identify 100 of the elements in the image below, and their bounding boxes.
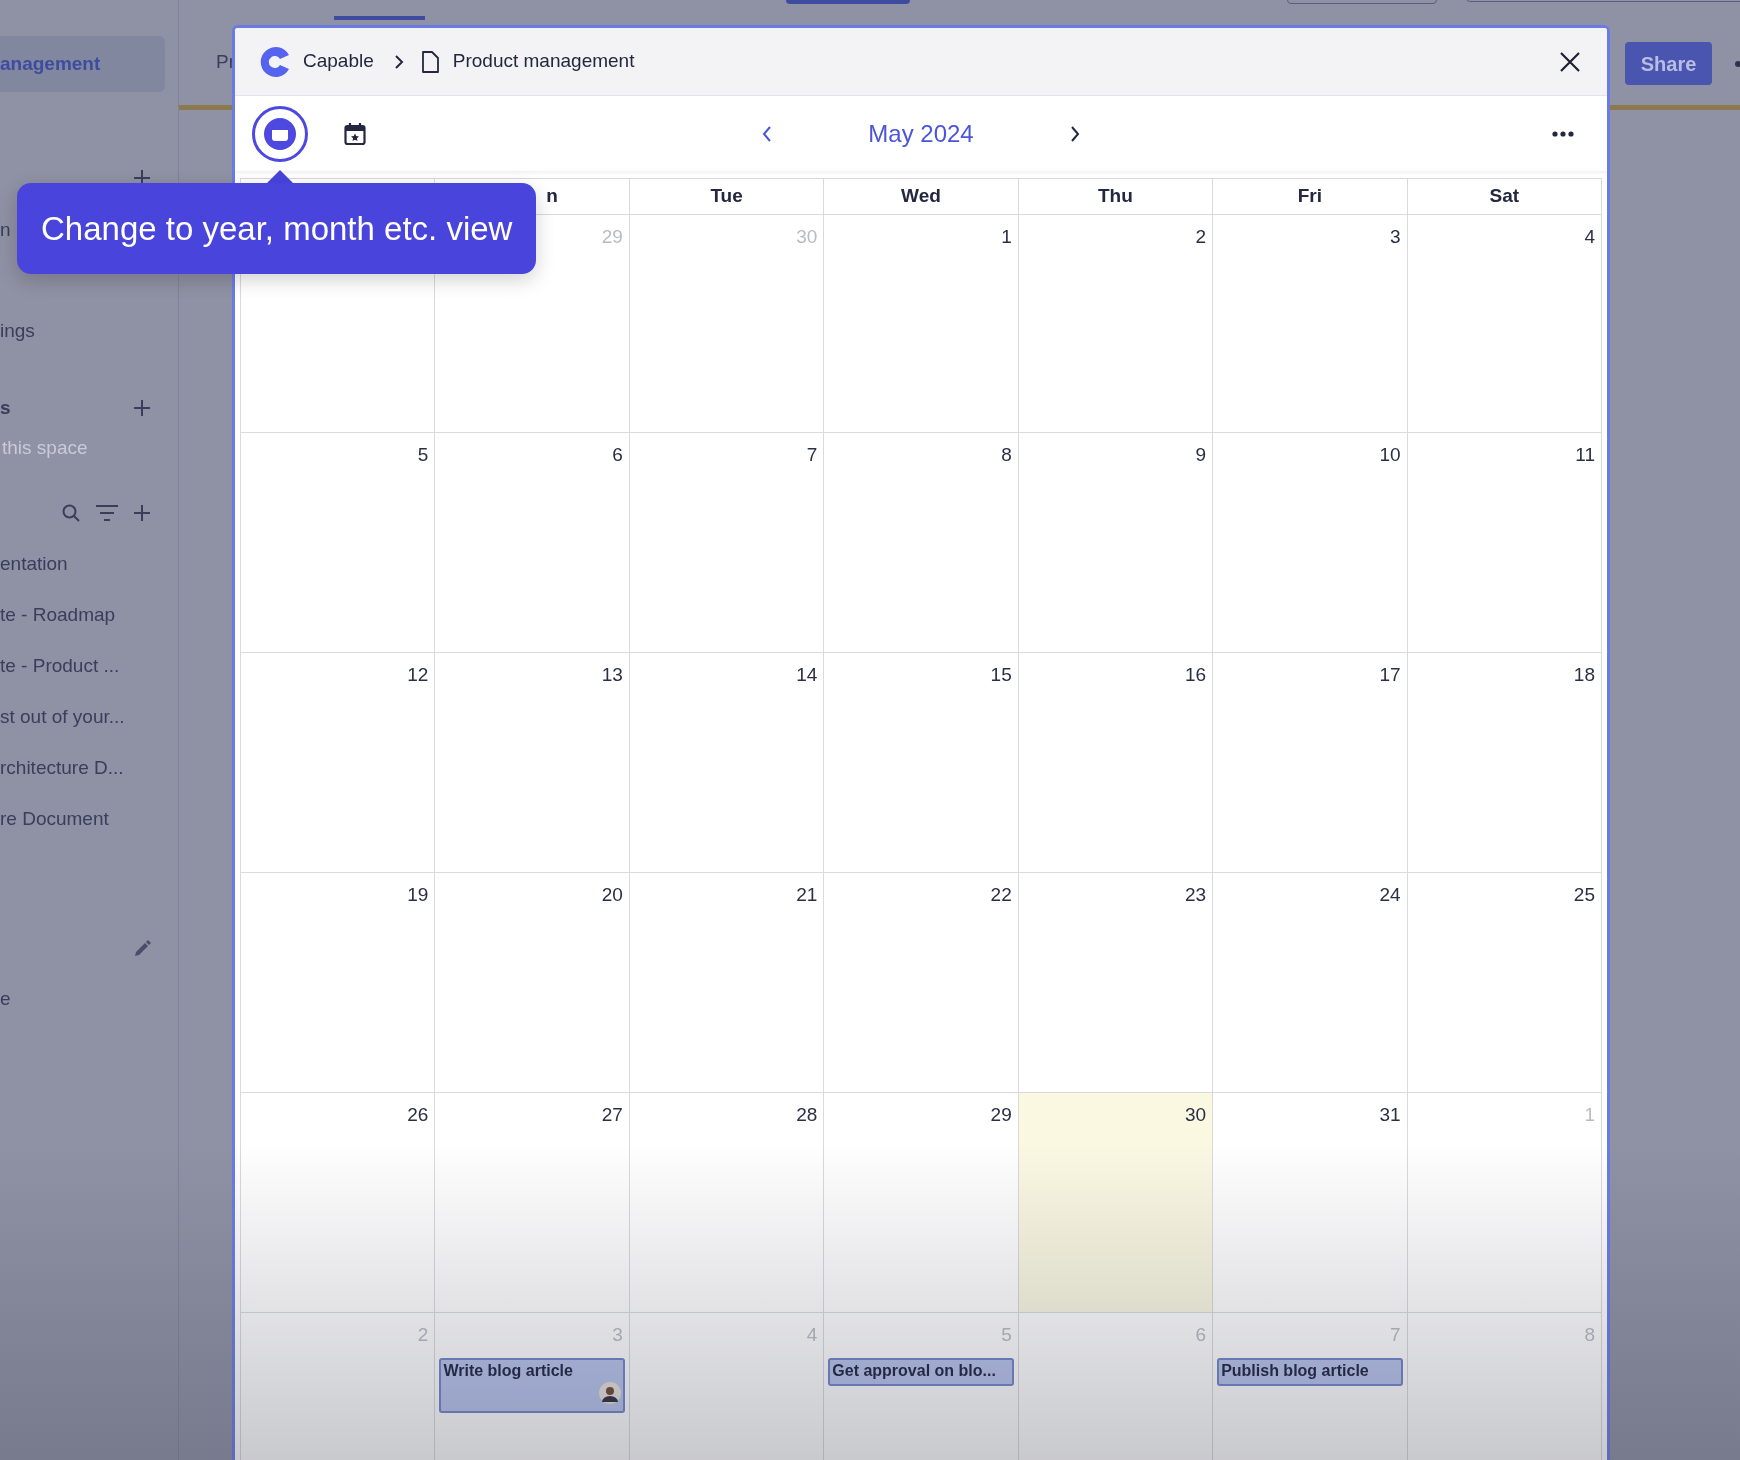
day-cell[interactable]: 19	[241, 873, 436, 1093]
day-number: 17	[1379, 663, 1402, 687]
day-number: 8	[1584, 1323, 1596, 1347]
hint-text: this space	[1, 435, 88, 460]
day-cell[interactable]: 15	[824, 653, 1019, 873]
event-title: Get approval on blo...	[832, 1360, 997, 1381]
day-cell[interactable]: 5	[241, 433, 436, 653]
day-number: 8	[1001, 443, 1013, 467]
weekday-header: Thu	[1098, 184, 1133, 209]
day-cell[interactable]: 6	[435, 433, 630, 653]
day-number: 14	[796, 663, 819, 687]
tooltip: Change to year, month etc. view	[17, 183, 537, 274]
day-number: 23	[1185, 883, 1208, 907]
day-number: 5	[1001, 1323, 1013, 1347]
day-cell[interactable]: 28	[629, 1093, 825, 1313]
day-number: 25	[1573, 883, 1596, 907]
window-icon	[263, 116, 297, 151]
day-number: 20	[601, 883, 624, 907]
close-icon[interactable]	[1559, 50, 1581, 73]
day-number: 3	[612, 1323, 624, 1347]
day-cell[interactable]: 10	[1213, 433, 1408, 653]
day-number: 6	[612, 443, 624, 467]
day-number: 21	[796, 883, 819, 907]
day-number: 22	[990, 883, 1013, 907]
day-cell[interactable]: 13	[435, 653, 630, 873]
day-number: 1	[1584, 1103, 1596, 1127]
day-number: 30	[1185, 1103, 1208, 1127]
plus-icon[interactable]	[133, 399, 151, 417]
day-cell[interactable]: 24	[1213, 873, 1408, 1093]
pencil-icon[interactable]	[134, 939, 151, 957]
day-number: 24	[1379, 883, 1402, 907]
avatar-icon	[598, 1381, 621, 1404]
day-number: 4	[806, 1323, 819, 1347]
weekday-header: Fri	[1297, 184, 1322, 209]
day-number: 1	[1001, 225, 1013, 249]
event-title: Publish blog article	[1221, 1360, 1370, 1381]
chevron-left-icon[interactable]	[761, 124, 774, 143]
day-number: 2	[1195, 225, 1208, 249]
day-number: 29	[601, 225, 624, 249]
weekday-header: Sat	[1489, 184, 1520, 209]
day-cell[interactable]: 18	[1407, 653, 1602, 873]
day-cell[interactable]: 31	[1213, 1093, 1408, 1313]
day-cell[interactable]: 11	[1407, 433, 1602, 653]
day-cell[interactable]: 7	[629, 433, 825, 653]
event-chip[interactable]: Write blog article	[439, 1357, 625, 1413]
day-number: 12	[407, 663, 430, 687]
day-number: 16	[1185, 663, 1208, 687]
day-number: 13	[601, 663, 624, 687]
day-cell[interactable]: 9	[1018, 433, 1214, 653]
day-cell[interactable]: 17	[1213, 653, 1408, 873]
day-number: 5	[417, 443, 430, 467]
search-icon[interactable]	[61, 503, 81, 523]
breadcrumb-link[interactable]: Capable	[303, 47, 374, 76]
day-cell[interactable]: 3	[1213, 215, 1408, 433]
chevron-right-icon[interactable]	[1068, 124, 1081, 143]
day-cell[interactable]: 8	[824, 433, 1019, 653]
day-number: 28	[796, 1103, 819, 1127]
day-cell[interactable]: 12	[241, 653, 436, 873]
day-cell[interactable]: 23	[1018, 873, 1214, 1093]
day-number: 10	[1379, 443, 1402, 467]
day-cell[interactable]: 2	[1018, 215, 1214, 433]
day-cell[interactable]: 26	[241, 1093, 436, 1313]
day-number: 19	[407, 883, 430, 907]
day-number: 27	[601, 1103, 624, 1127]
event-chip[interactable]: Publish blog article	[1217, 1357, 1403, 1386]
day-cell[interactable]: 29	[824, 1093, 1019, 1313]
day-number: 4	[1584, 225, 1596, 249]
day-cell[interactable]: 21	[629, 873, 825, 1093]
month-title[interactable]: May 2024	[868, 115, 974, 152]
day-number: 3	[1390, 225, 1402, 249]
day-cell[interactable]: 27	[435, 1093, 630, 1313]
day-cell[interactable]: 16	[1018, 653, 1214, 873]
day-cell[interactable]: 4	[1407, 215, 1602, 433]
day-cell[interactable]: 14	[629, 653, 825, 873]
view-switch-button[interactable]	[252, 105, 308, 162]
weekday-header: Tue	[710, 184, 743, 209]
filter-icon[interactable]	[95, 504, 119, 522]
day-number: 9	[1195, 443, 1208, 467]
day-number: 15	[990, 663, 1013, 687]
chevron-right-icon	[392, 53, 405, 70]
day-number: 7	[1390, 1323, 1402, 1347]
day-number: 11	[1575, 443, 1596, 467]
plus-icon[interactable]	[133, 504, 151, 522]
day-cell[interactable]: 20	[435, 873, 630, 1093]
day-cell[interactable]: 22	[824, 873, 1019, 1093]
day-number: 26	[407, 1103, 430, 1127]
event-chip[interactable]: Get approval on blo...	[828, 1357, 1014, 1386]
document-icon	[420, 50, 439, 73]
day-cell[interactable]: 30	[1018, 1093, 1214, 1313]
day-cell[interactable]: 25	[1407, 873, 1602, 1093]
day-number: 18	[1573, 663, 1596, 687]
day-number: 2	[417, 1323, 430, 1347]
breadcrumb-page[interactable]: Product management	[452, 47, 635, 76]
section-heading: s	[0, 395, 11, 420]
share-button[interactable]: Share	[1625, 42, 1712, 85]
more-icon[interactable]	[1552, 130, 1574, 137]
day-number: 30	[796, 225, 819, 249]
day-number: 29	[990, 1103, 1013, 1127]
day-cell[interactable]: 1	[824, 215, 1019, 433]
day-number: 6	[1195, 1323, 1208, 1347]
